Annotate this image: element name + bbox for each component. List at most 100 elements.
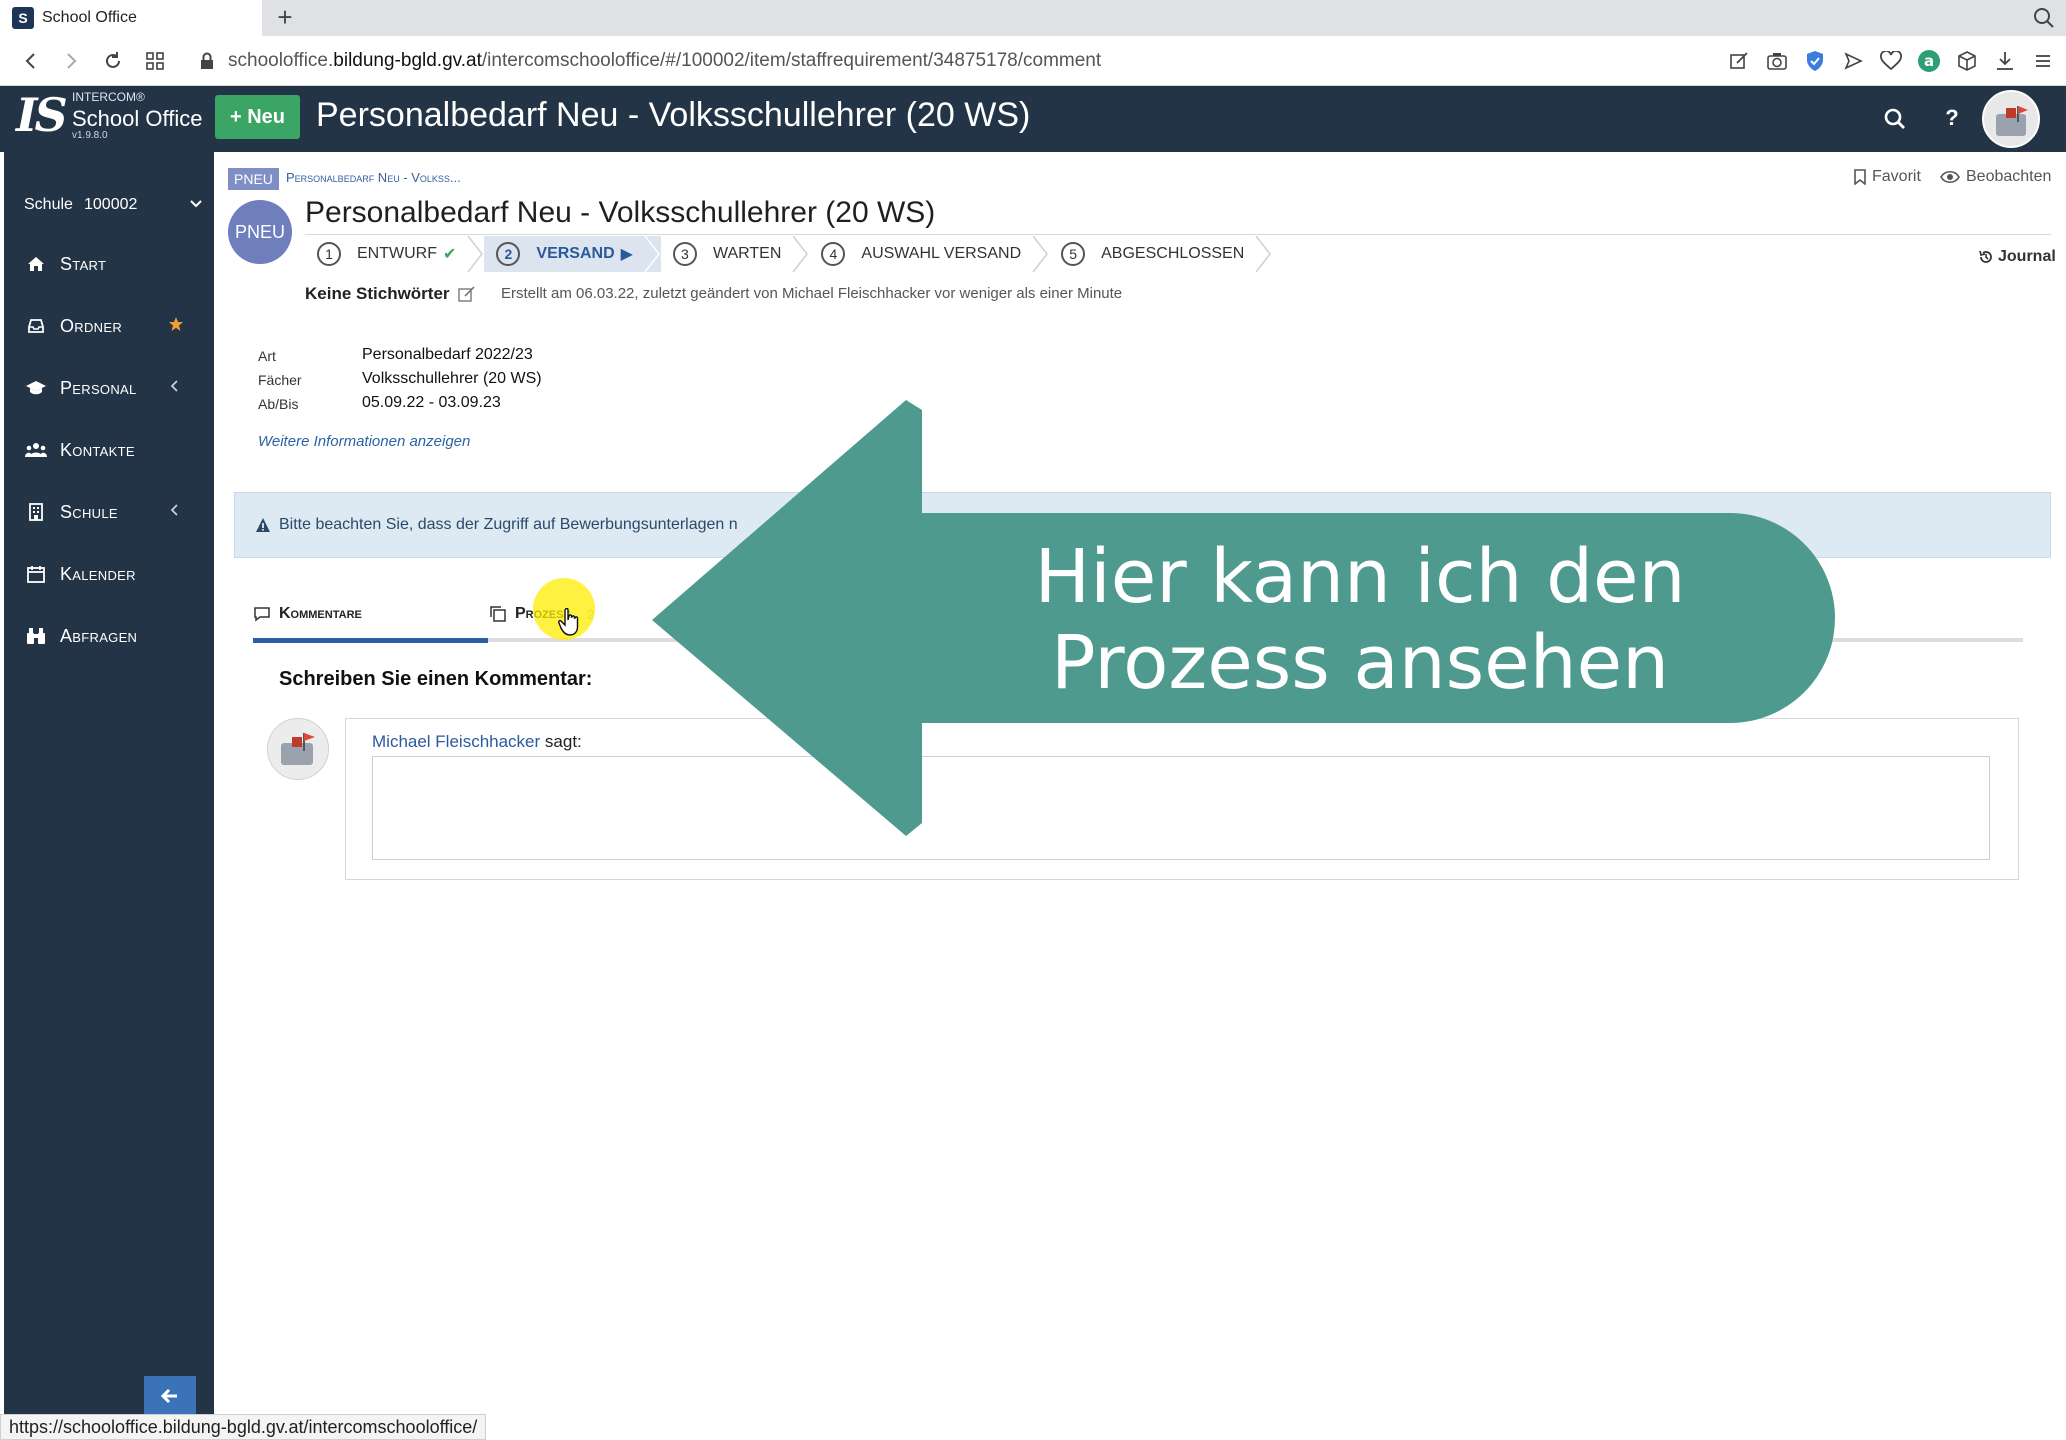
tags-row: Keine Stichwörter bbox=[305, 284, 476, 304]
help-button[interactable]: ? bbox=[1937, 100, 1967, 136]
building-icon bbox=[24, 502, 48, 522]
comment-input[interactable] bbox=[372, 756, 1990, 860]
more-info-link[interactable]: Weitere Informationen anzeigen bbox=[258, 433, 470, 450]
is-logo-icon: IS bbox=[16, 88, 68, 142]
edit-page-icon[interactable] bbox=[1726, 48, 1752, 74]
workflow-steps: 1 ENTWURF ✔ 2 VERSAND ▶ 3 WARTEN 4 AUSWA… bbox=[305, 236, 1272, 272]
svg-text:a: a bbox=[1924, 52, 1934, 70]
sidebar: Schule 100002 Start Ordner Personal Kont… bbox=[4, 152, 214, 1416]
user-avatar[interactable] bbox=[1982, 90, 2040, 148]
chevron-left-icon bbox=[168, 378, 184, 398]
watch-button[interactable]: Beobachten bbox=[1940, 168, 2051, 186]
meta-label-faecher: Fächer bbox=[258, 372, 302, 388]
item-title: Personalbedarf Neu - Volksschullehrer (2… bbox=[305, 196, 936, 229]
step-versand[interactable]: 2 VERSAND ▶ bbox=[484, 236, 661, 272]
chevron-left-icon bbox=[168, 502, 184, 522]
arrow-left-icon bbox=[160, 1388, 177, 1404]
browser-tab[interactable]: S School Office bbox=[0, 0, 262, 36]
send-icon[interactable] bbox=[1840, 48, 1866, 74]
favorite-label: Favorit bbox=[1872, 168, 1921, 185]
tab-overview-icon[interactable] bbox=[142, 48, 168, 74]
sidebar-item-kalender[interactable]: Kalender bbox=[4, 554, 214, 594]
step-separator-icon bbox=[1032, 236, 1049, 272]
school-selector[interactable]: Schule 100002 bbox=[24, 190, 204, 220]
inbox-icon bbox=[24, 316, 48, 336]
browser-tab-bar: S School Office + bbox=[0, 0, 2066, 36]
steps-divider bbox=[305, 234, 2051, 235]
tab-kommentare-label: Kommentare bbox=[279, 605, 362, 622]
forward-arrow-icon[interactable] bbox=[58, 48, 84, 74]
sidebar-item-label: Kontakte bbox=[60, 439, 135, 460]
step-label: ENTWURF bbox=[357, 245, 437, 262]
journal-button[interactable]: Journal bbox=[1978, 248, 2056, 266]
step-separator-icon bbox=[792, 236, 809, 272]
step-abgeschlossen[interactable]: 5 ABGESCHLOSSEN bbox=[1049, 236, 1272, 272]
cube-icon[interactable] bbox=[1954, 48, 1980, 74]
sidebar-item-start[interactable]: Start bbox=[4, 244, 214, 284]
brand-intercom: INTERCOM® bbox=[72, 90, 145, 104]
item-type-avatar: PNEU bbox=[228, 200, 292, 264]
type-badge: PNEU bbox=[228, 168, 279, 190]
sidebar-item-label: Start bbox=[60, 253, 107, 274]
breadcrumb[interactable]: Personalbedarf Neu - Volkss... bbox=[286, 170, 461, 185]
url-text: schooloffice.bildung-bgld.gv.at/intercom… bbox=[228, 50, 1102, 71]
sidebar-item-label: Personal bbox=[60, 377, 137, 398]
brand-name: School Office bbox=[72, 106, 203, 131]
meta-value-art: Personalbedarf 2022/23 bbox=[362, 346, 533, 363]
reload-icon[interactable] bbox=[100, 48, 126, 74]
home-icon bbox=[24, 254, 48, 274]
tab-kommentare[interactable]: Kommentare bbox=[253, 586, 488, 643]
notice-text: Bitte beachten Sie, dass der Zugriff auf… bbox=[279, 516, 738, 533]
step-number: 5 bbox=[1061, 242, 1086, 266]
comment-says-label: sagt: bbox=[544, 732, 582, 751]
hand-cursor-icon bbox=[558, 607, 582, 636]
sidebar-item-abfragen[interactable]: Abfragen bbox=[4, 616, 214, 656]
address-bar[interactable]: schooloffice.bildung-bgld.gv.at/intercom… bbox=[200, 48, 1101, 74]
app-logo[interactable]: IS INTERCOM® School Office v1.9.8.0 bbox=[14, 86, 214, 152]
favorite-button[interactable]: Favorit bbox=[1854, 168, 1921, 186]
sidebar-item-kontakte[interactable]: Kontakte bbox=[4, 430, 214, 470]
tags-label: Keine Stichwörter bbox=[305, 284, 450, 303]
menu-icon[interactable] bbox=[2030, 48, 2056, 74]
tab-search-icon[interactable] bbox=[2030, 4, 2058, 32]
binoculars-icon bbox=[24, 626, 48, 646]
step-warten[interactable]: 3 WARTEN bbox=[661, 236, 809, 272]
camera-icon[interactable] bbox=[1764, 48, 1790, 74]
meta-label-art: Art bbox=[258, 348, 276, 364]
sidebar-item-personal[interactable]: Personal bbox=[4, 368, 214, 408]
comment-heading: Schreiben Sie einen Kommentar: bbox=[279, 668, 593, 690]
back-arrow-icon[interactable] bbox=[18, 48, 44, 74]
status-bar-url: https://schooloffice.bildung-bgld.gv.at/… bbox=[0, 1414, 487, 1440]
play-icon: ▶ bbox=[620, 246, 633, 263]
comment-author-link[interactable]: Michael Fleischhacker bbox=[372, 732, 540, 751]
lock-icon bbox=[200, 52, 214, 70]
sidebar-item-label: Ordner bbox=[60, 315, 123, 336]
search-icon[interactable] bbox=[1880, 104, 1910, 134]
browser-tab-title: School Office bbox=[42, 9, 137, 26]
step-auswahl-versand[interactable]: 4 AUSWAHL VERSAND bbox=[809, 236, 1049, 272]
browser-toolbar: schooloffice.bildung-bgld.gv.at/intercom… bbox=[0, 36, 2066, 86]
new-tab-button[interactable]: + bbox=[270, 2, 300, 32]
sidebar-item-label: Kalender bbox=[60, 563, 136, 584]
sidebar-item-ordner[interactable]: Ordner bbox=[4, 306, 214, 346]
active-tab-indicator bbox=[253, 638, 488, 643]
heart-icon[interactable] bbox=[1878, 48, 1904, 74]
app-header: IS INTERCOM® School Office v1.9.8.0 + Ne… bbox=[0, 86, 2066, 152]
comment-icon bbox=[254, 607, 270, 622]
step-separator-icon bbox=[1255, 236, 1272, 272]
shield-icon[interactable] bbox=[1802, 48, 1828, 74]
extension-a-icon[interactable]: a bbox=[1916, 48, 1942, 74]
created-info: Erstellt am 06.03.22, zuletzt geändert v… bbox=[501, 285, 1123, 302]
download-icon[interactable] bbox=[1992, 48, 2018, 74]
step-entwurf[interactable]: 1 ENTWURF ✔ bbox=[305, 236, 484, 272]
annotation-text: Hier kann ich den Prozess ansehen bbox=[1000, 534, 1720, 706]
sidebar-item-schule[interactable]: Schule bbox=[4, 492, 214, 532]
star-icon bbox=[168, 316, 184, 336]
brand-version: v1.9.8.0 bbox=[72, 130, 108, 141]
edit-tags-icon[interactable] bbox=[457, 286, 476, 302]
new-item-button[interactable]: + Neu bbox=[215, 95, 300, 139]
warning-icon bbox=[256, 518, 270, 532]
annotation-line-1: Hier kann ich den bbox=[1034, 534, 1686, 620]
comment-author-line: Michael Fleischhacker sagt: bbox=[372, 732, 582, 752]
collapse-sidebar-button[interactable] bbox=[144, 1376, 196, 1416]
